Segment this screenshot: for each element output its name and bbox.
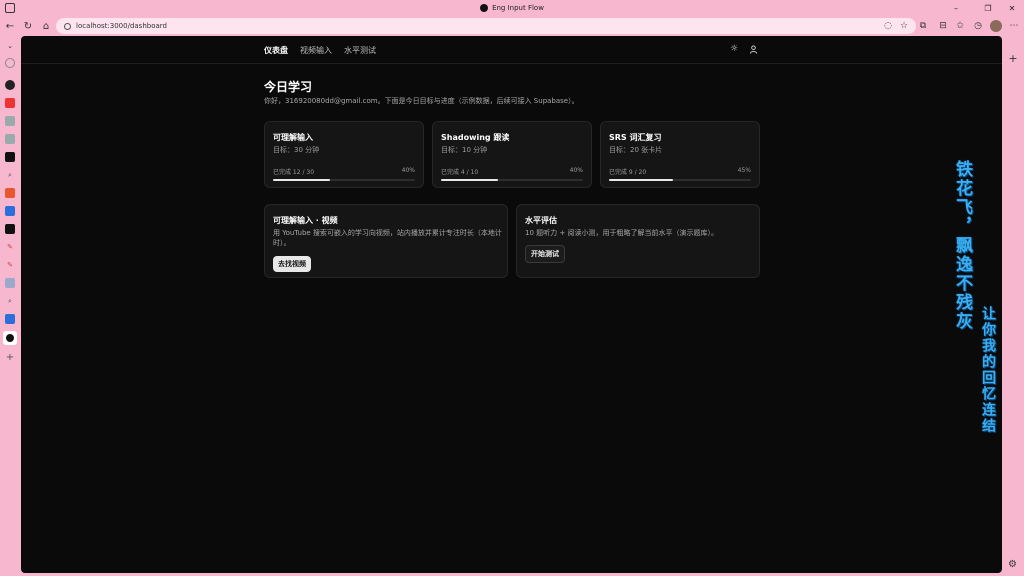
nav-level-test[interactable]: 水平测试 <box>344 45 376 56</box>
favorites-icon[interactable]: ✩ <box>954 20 966 32</box>
card-percent: 40% <box>569 167 583 174</box>
github-tab-icon[interactable] <box>5 80 15 90</box>
doc-tab-icon[interactable] <box>5 278 15 288</box>
web-content: 仪表盘 视频输入 水平测试 ☼ 今日学习 你好，316920080dd@gmai… <box>21 36 1002 573</box>
progress-bar <box>441 179 583 181</box>
image-tab-icon[interactable] <box>5 134 15 144</box>
reader-mode-icon[interactable]: ◌ <box>882 20 894 32</box>
progress-bar <box>609 179 751 181</box>
favorite-star-icon[interactable]: ☆ <box>898 20 910 32</box>
action-card-video: 可理解输入 · 视频 用 YouTube 搜索可嵌入的学习向视频，站内播放并累计… <box>264 204 508 278</box>
card-title: 可理解输入 · 视频 <box>273 216 338 225</box>
card-description-line: 10 题听力 + 阅读小测，用于粗略了解当前水平（演示题库）。 <box>525 229 718 237</box>
new-tab-icon[interactable]: + <box>5 352 15 363</box>
url-text[interactable]: localhost:3000/dashboard <box>76 22 167 30</box>
progress-fill <box>441 179 498 181</box>
profile-avatar[interactable] <box>990 20 1002 32</box>
goal-card-shadowing: Shadowing 跟读 目标：10 分钟 已完成 4 / 10 40% <box>432 121 592 188</box>
nav-dashboard[interactable]: 仪表盘 <box>264 45 288 56</box>
card-goal: 目标：20 张卡片 <box>609 146 663 154</box>
x-tab-icon[interactable] <box>5 224 15 234</box>
card-description-line: 用 YouTube 搜索可嵌入的学习向视频，站内播放并累计专注时长（本地计 <box>273 229 502 237</box>
image-tab-icon[interactable] <box>5 116 15 126</box>
c-tab-icon[interactable] <box>5 188 15 198</box>
site-info-icon[interactable] <box>64 22 71 30</box>
progress-bar <box>273 179 415 181</box>
collapse-chevron-icon[interactable]: ⌄ <box>5 41 15 51</box>
user-icon[interactable] <box>748 44 758 54</box>
calligraphy-text-line2: 让你我的回忆连结 <box>980 306 996 434</box>
back-icon[interactable]: ← <box>3 19 17 33</box>
progress-fill <box>273 179 330 181</box>
youtube-tab-icon[interactable] <box>5 98 15 108</box>
app-tab-icon[interactable] <box>5 206 15 216</box>
card-title: SRS 词汇复习 <box>609 133 662 142</box>
close-window-button[interactable]: ✕ <box>1000 0 1024 16</box>
reload-icon[interactable]: ↻ <box>21 19 35 33</box>
search-tab-icon[interactable]: ⌕ <box>5 170 15 180</box>
page-subtitle: 你好，316920080dd@gmail.com。下面是今日目标与进度（示例数据… <box>264 97 579 105</box>
card-done: 已完成 9 / 20 <box>609 169 647 176</box>
card-description: 用 YouTube 搜索可嵌入的学习向视频，站内播放并累计专注时长（本地计 时）… <box>273 228 502 248</box>
active-tab-icon[interactable] <box>3 331 17 345</box>
browser-title-bar: Eng Input Flow – ❐ ✕ <box>0 0 1024 16</box>
card-description: 10 题听力 + 阅读小测，用于粗略了解当前水平（演示题库）。 <box>525 228 718 238</box>
x-tab-icon[interactable] <box>5 152 15 162</box>
card-done: 已完成 12 / 30 <box>273 169 315 176</box>
split-screen-icon[interactable]: ⊟ <box>937 20 949 32</box>
settings-gear-icon[interactable]: ⚙ <box>1008 559 1017 570</box>
card-description-line: 时）。 <box>273 239 291 247</box>
card-goal: 目标：10 分钟 <box>441 146 488 154</box>
nav-video-input[interactable]: 视频输入 <box>300 45 332 56</box>
sun-icon[interactable]: ☼ <box>729 44 739 54</box>
card-title: Shadowing 跟读 <box>441 133 510 142</box>
history-icon[interactable]: ◷ <box>972 20 984 32</box>
address-bar[interactable]: localhost:3000/dashboard <box>56 18 916 34</box>
card-goal: 目标：30 分钟 <box>273 146 320 154</box>
pen-tab-icon[interactable]: ✎ <box>5 260 15 270</box>
maximize-button[interactable]: ❐ <box>976 0 1000 16</box>
search-tab-icon[interactable]: ⌕ <box>5 296 15 306</box>
add-sidebar-app-icon[interactable]: + <box>1007 52 1019 65</box>
site-nav: 仪表盘 视频输入 水平测试 ☼ <box>21 36 1002 64</box>
card-done: 已完成 4 / 10 <box>441 169 479 176</box>
card-percent: 45% <box>737 167 751 174</box>
vertical-tabs-sidebar: ⌄ ⌕ ✎ ✎ ⌕ + <box>0 36 20 576</box>
start-test-button[interactable]: 开始测试 <box>525 245 565 263</box>
extensions-icon[interactable]: ⧉ <box>917 20 929 32</box>
page-title: 今日学习 <box>264 80 313 94</box>
tab-title: Eng Input Flow <box>492 4 544 12</box>
right-sidebar: + <box>1002 36 1024 576</box>
site-nav-links: 仪表盘 视频输入 水平测试 <box>264 45 376 56</box>
site-logo-icon <box>480 4 489 12</box>
home-icon[interactable]: ⌂ <box>39 19 53 33</box>
browser-toolbar: ← ↻ ⌂ localhost:3000/dashboard ◌ ☆ ⧉ ⊟ ✩… <box>0 17 1024 35</box>
goal-card-srs: SRS 词汇复习 目标：20 张卡片 已完成 9 / 20 45% <box>600 121 760 188</box>
more-menu-icon[interactable]: ⋯ <box>1008 20 1020 32</box>
card-title: 可理解输入 <box>273 133 313 142</box>
globe-tab-icon[interactable] <box>5 58 15 68</box>
find-video-button[interactable]: 去找视频 <box>273 256 311 272</box>
calligraphy-text-line1: 铁花飞，飘逸不残灰 <box>952 160 972 331</box>
goal-card-comprehensible-input: 可理解输入 目标：30 分钟 已完成 12 / 30 40% <box>264 121 424 188</box>
card-title: 水平评估 <box>525 216 557 225</box>
window-title: Eng Input Flow <box>0 4 1024 12</box>
minimize-button[interactable]: – <box>944 0 968 16</box>
progress-fill <box>609 179 673 181</box>
action-card-assessment: 水平评估 10 题听力 + 阅读小测，用于粗略了解当前水平（演示题库）。 开始测… <box>516 204 760 278</box>
app-tab-icon[interactable] <box>5 314 15 324</box>
card-percent: 40% <box>401 167 415 174</box>
pen-tab-icon[interactable]: ✎ <box>5 242 15 252</box>
